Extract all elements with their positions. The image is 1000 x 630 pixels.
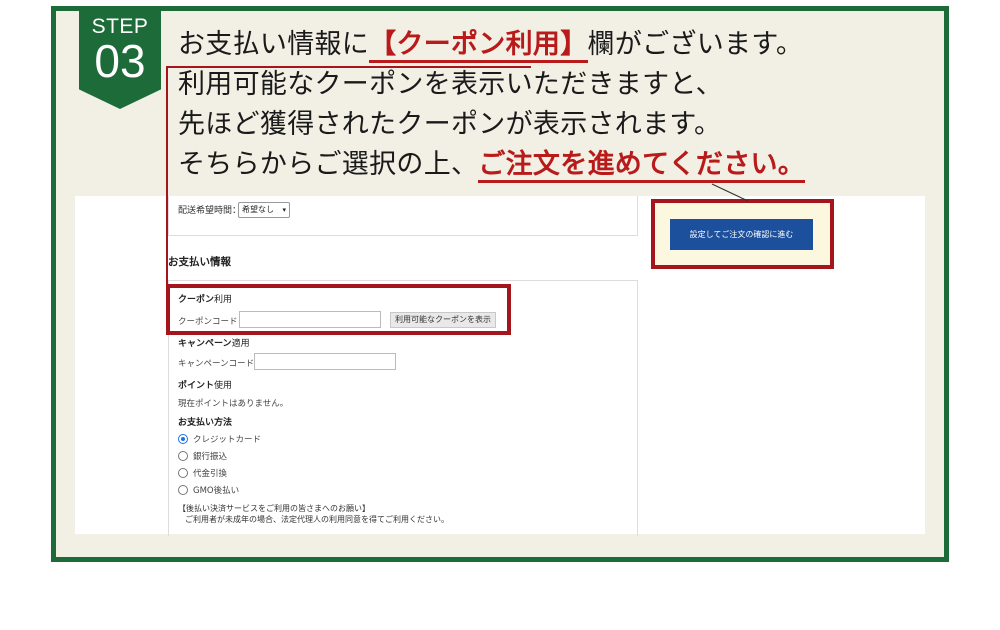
- delivery-time-label: 配送希望時間：: [178, 206, 242, 216]
- points-status: 現在ポイントはありません。: [178, 399, 289, 409]
- radio-gmo-deferred[interactable]: [178, 485, 188, 495]
- proceed-highlight: ご注文を進めてください。: [478, 149, 806, 183]
- campaign-code-input[interactable]: [254, 353, 396, 370]
- step-badge: STEP 03: [79, 11, 161, 109]
- instruction-line-3: 先ほど獲得されたクーポンが表示されます。: [178, 109, 722, 140]
- line4-pre: そちらからご選択の上、: [178, 149, 479, 180]
- callout-line-vertical: [166, 66, 168, 284]
- instruction-line-1: お支払い情報に【クーポン利用】欄がございます。: [178, 25, 805, 65]
- confirm-order-button[interactable]: 設定してご注文の確認に進む: [670, 219, 813, 250]
- option-credit-card: クレジットカード: [193, 435, 262, 445]
- line1-post: 欄がございます。: [587, 29, 804, 60]
- payment-method-title: お支払い方法: [178, 418, 233, 428]
- radio-cash-on-delivery[interactable]: [178, 468, 188, 478]
- points-title: ポイント使用: [178, 381, 233, 391]
- radio-credit-card[interactable]: [178, 434, 188, 444]
- option-bank-transfer: 銀行振込: [193, 452, 228, 462]
- deferred-notice-text: ご利用者が未成年の場合、法定代理人の利用同意を得てご利用ください。: [185, 515, 449, 524]
- coupon-highlight: 【クーポン利用】: [369, 29, 588, 63]
- instruction-line-2: 利用可能なクーポンを表示いただきますと、: [178, 69, 723, 100]
- coupon-highlight-box: [166, 284, 511, 335]
- callout-line-horizontal: [166, 66, 531, 68]
- campaign-code-label: キャンペーンコード：: [178, 359, 263, 369]
- instruction-text: お支払い情報に【クーポン利用】欄がございます。 利用可能なクーポンを表示いただき…: [178, 25, 806, 185]
- radio-bank-transfer[interactable]: [178, 451, 188, 461]
- step-number: 03: [94, 35, 146, 87]
- option-gmo-deferred: GMO後払い: [193, 486, 240, 496]
- campaign-title: キャンペーン適用: [178, 339, 250, 349]
- step-label: STEP: [91, 15, 149, 38]
- chevron-down-icon: ▾: [282, 206, 286, 214]
- delivery-time-select[interactable]: 希望なし ▾: [238, 202, 290, 218]
- delivery-time-value: 希望なし: [242, 205, 274, 214]
- deferred-notice-title: 【後払い決済サービスをご利用の皆さまへのお願い】: [178, 504, 370, 513]
- option-cash-on-delivery: 代金引換: [193, 469, 228, 479]
- line1-pre: お支払い情報に: [178, 29, 370, 60]
- instruction-line-4: そちらからご選択の上、ご注文を進めてください。: [178, 145, 806, 185]
- payment-section-title: お支払い情報: [168, 256, 231, 268]
